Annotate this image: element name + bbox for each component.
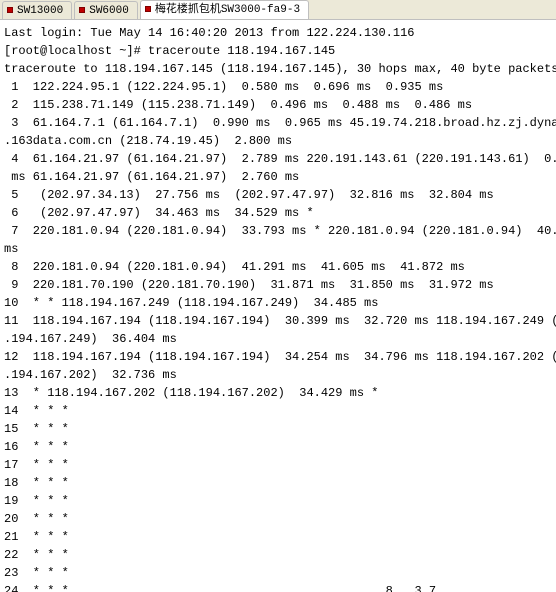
tab-sw6000[interactable]: SW6000 xyxy=(74,1,138,19)
terminal-line: 17 * * * xyxy=(4,456,552,474)
terminal-line: 15 * * * xyxy=(4,420,552,438)
terminal-line: 8 220.181.0.94 (220.181.0.94) 41.291 ms … xyxy=(4,258,552,276)
terminal-line: Last login: Tue May 14 16:40:20 2013 fro… xyxy=(4,24,552,42)
terminal-line: ms 61.164.21.97 (61.164.21.97) 2.760 ms xyxy=(4,168,552,186)
tab-marker-icon xyxy=(145,6,151,12)
tab-marker-icon xyxy=(79,7,85,13)
terminal-line: 23 * * * xyxy=(4,564,552,582)
tab-label: SW6000 xyxy=(89,2,129,20)
terminal-line: 12 118.194.167.194 (118.194.167.194) 34.… xyxy=(4,348,552,366)
tab-label: 梅花楼抓包机SW3000-fa9-3 xyxy=(155,1,300,19)
terminal-line: 19 * * * xyxy=(4,492,552,510)
terminal-line: .194.167.249) 36.404 ms xyxy=(4,330,552,348)
terminal-line: .194.167.202) 32.736 ms xyxy=(4,366,552,384)
terminal-line: 13 * 118.194.167.202 (118.194.167.202) 3… xyxy=(4,384,552,402)
terminal-line: 11 118.194.167.194 (118.194.167.194) 30.… xyxy=(4,312,552,330)
terminal-line: 3 61.164.7.1 (61.164.7.1) 0.990 ms 0.965… xyxy=(4,114,552,132)
terminal-line: 10 * * 118.194.167.249 (118.194.167.249)… xyxy=(4,294,552,312)
terminal-line: [root@localhost ~]# traceroute 118.194.1… xyxy=(4,42,552,60)
terminal-line: 6 (202.97.47.97) 34.463 ms 34.529 ms * xyxy=(4,204,552,222)
terminal-line: 9 220.181.70.190 (220.181.70.190) 31.871… xyxy=(4,276,552,294)
tab-label: SW13000 xyxy=(17,2,63,20)
tab-marker-icon xyxy=(7,7,13,13)
terminal-line: 24 * * * 8 3.7 xyxy=(4,582,552,592)
terminal-line: 4 61.164.21.97 (61.164.21.97) 2.789 ms 2… xyxy=(4,150,552,168)
tab-sw3000[interactable]: 梅花楼抓包机SW3000-fa9-3 xyxy=(140,0,309,19)
terminal-line: 5 (202.97.34.13) 27.756 ms (202.97.47.97… xyxy=(4,186,552,204)
terminal-output: Last login: Tue May 14 16:40:20 2013 fro… xyxy=(0,20,556,592)
tab-sw13000[interactable]: SW13000 xyxy=(2,1,72,19)
terminal-line: 7 220.181.0.94 (220.181.0.94) 33.793 ms … xyxy=(4,222,552,240)
terminal-line: 1 122.224.95.1 (122.224.95.1) 0.580 ms 0… xyxy=(4,78,552,96)
terminal-line: 2 115.238.71.149 (115.238.71.149) 0.496 … xyxy=(4,96,552,114)
terminal-line: 18 * * * xyxy=(4,474,552,492)
terminal-line: traceroute to 118.194.167.145 (118.194.1… xyxy=(4,60,552,78)
tab-bar: SW13000 SW6000 梅花楼抓包机SW3000-fa9-3 xyxy=(0,0,556,20)
terminal-line: .163data.com.cn (218.74.19.45) 2.800 ms xyxy=(4,132,552,150)
terminal-line: 20 * * * xyxy=(4,510,552,528)
terminal-line: 21 * * * xyxy=(4,528,552,546)
terminal-line: 16 * * * xyxy=(4,438,552,456)
terminal-line: ms xyxy=(4,240,552,258)
terminal-line: 22 * * * xyxy=(4,546,552,564)
terminal-line: 14 * * * xyxy=(4,402,552,420)
